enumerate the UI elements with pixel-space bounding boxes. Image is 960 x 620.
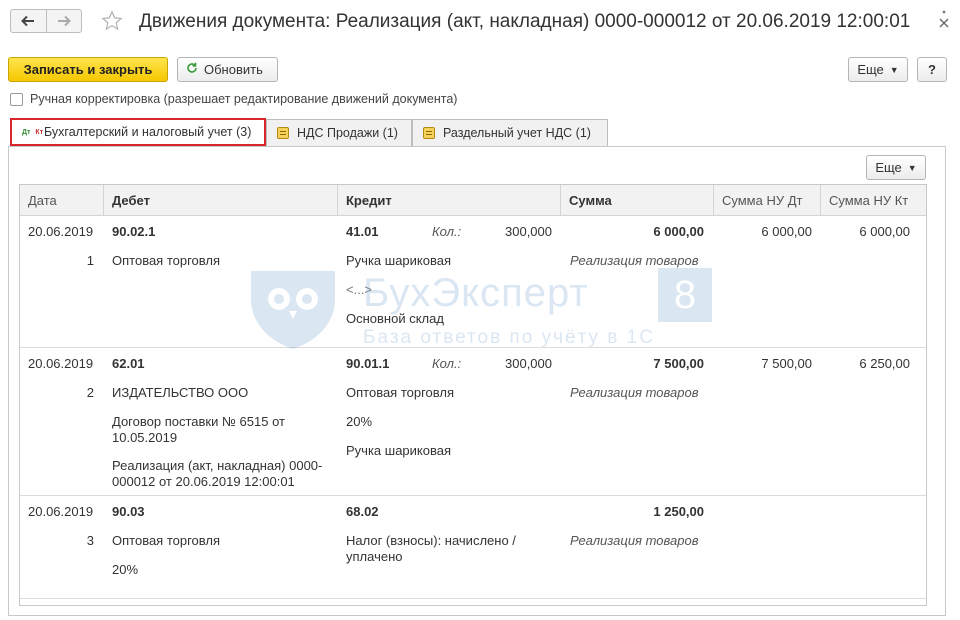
table-row[interactable]: 20.06.2019 2 62.01 ИЗДАТЕЛЬСТВО ООО Дого… <box>20 348 926 496</box>
nav-buttons <box>10 9 82 33</box>
sum-nu-kt: 6 000,00 <box>859 224 910 239</box>
close-icon[interactable] <box>939 18 949 28</box>
sum-value: 6 000,00 <box>653 224 704 239</box>
row-number: 3 <box>86 533 94 548</box>
col-credit[interactable]: Кредит <box>338 185 561 215</box>
quantity-label: Кол.: <box>432 224 462 239</box>
sum-nu-dt: 6 000,00 <box>761 224 812 239</box>
panel-more-button[interactable]: Еще ▼ <box>866 155 926 180</box>
register-icon <box>423 127 435 139</box>
tab-label: Бухгалтерский и налоговый учет (3) <box>44 125 252 139</box>
debit-subconto: Реализация (акт, накладная) 0000-000012 … <box>112 458 323 489</box>
postings-table[interactable]: Дата Дебет Кредит Сумма Сумма НУ Дт Сумм… <box>19 184 927 606</box>
manual-adjust-checkbox[interactable] <box>10 92 23 106</box>
sum-value: 1 250,00 <box>653 504 704 519</box>
more-button[interactable]: Еще ▼ <box>848 57 908 82</box>
col-sum-nu-kt[interactable]: Сумма НУ Кт <box>821 185 926 215</box>
credit-account: 68.02 <box>346 504 379 519</box>
window-title: Движения документа: Реализация (акт, нак… <box>139 11 911 32</box>
more-label: Еще <box>875 160 902 175</box>
credit-subconto: Ручка шариковая <box>346 443 452 458</box>
quantity-value: 300,000 <box>505 224 552 239</box>
quantity-value: 300,000 <box>505 356 552 371</box>
sum-note: Реализация товаров <box>570 385 699 400</box>
debit-account: 90.02.1 <box>112 224 156 239</box>
tab-vat-sales[interactable]: НДС Продажи (1) <box>266 119 412 146</box>
tab-separate-vat[interactable]: Раздельный учет НДС (1) <box>412 119 608 146</box>
col-sum[interactable]: Сумма <box>561 185 714 215</box>
table-row[interactable]: 20.06.2019 3 90.03 Оптовая торговля 20% … <box>20 496 926 599</box>
refresh-label: Обновить <box>204 62 263 77</box>
debit-subconto: Оптовая торговля <box>112 533 221 548</box>
help-button[interactable]: ? <box>917 57 947 82</box>
credit-subconto: Основной склад <box>346 311 444 326</box>
star-icon <box>101 10 123 31</box>
credit-subconto: Налог (взносы): начислено / уплачено <box>346 533 516 564</box>
refresh-icon <box>186 62 198 77</box>
sum-nu-kt: 6 250,00 <box>859 356 910 371</box>
debit-subconto: ИЗДАТЕЛЬСТВО ООО <box>112 385 249 400</box>
sum-note: Реализация товаров <box>570 253 699 268</box>
credit-subconto: Оптовая торговля <box>346 385 455 400</box>
chevron-down-icon: ▼ <box>889 64 899 75</box>
debit-account: 90.03 <box>112 504 145 519</box>
quantity-label: Кол.: <box>432 356 462 371</box>
tab-label: НДС Продажи (1) <box>297 126 398 140</box>
row-number: 1 <box>86 253 94 268</box>
credit-subconto: 20% <box>346 414 373 429</box>
col-sum-nu-dt[interactable]: Сумма НУ Дт <box>714 185 821 215</box>
col-debit[interactable]: Дебет <box>104 185 338 215</box>
sum-value: 7 500,00 <box>653 356 704 371</box>
debit-subconto: Договор поставки № 6515 от 10.05.2019 <box>112 414 285 445</box>
dt-kt-icon: Дт Кт <box>22 128 44 136</box>
window-controls <box>938 8 950 28</box>
row-date: 20.06.2019 <box>28 504 94 519</box>
credit-subconto: Ручка шариковая <box>346 253 452 268</box>
credit-account: 41.01 <box>346 224 379 239</box>
row-number: 2 <box>86 385 94 400</box>
credit-subconto: <...> <box>346 282 373 297</box>
debit-account: 62.01 <box>112 356 145 371</box>
more-options-icon[interactable] <box>940 8 948 16</box>
manual-adjust-row[interactable]: Ручная корректировка (разрешает редактир… <box>10 92 457 106</box>
favorite-button[interactable] <box>100 9 124 33</box>
register-icon <box>277 127 289 139</box>
sum-nu-dt: 7 500,00 <box>761 356 812 371</box>
save-and-close-button[interactable]: Записать и закрыть <box>8 57 168 82</box>
chevron-down-icon: ▼ <box>907 162 917 173</box>
sum-note: Реализация товаров <box>570 533 699 548</box>
refresh-button[interactable]: Обновить <box>177 57 278 82</box>
col-date[interactable]: Дата <box>20 185 104 215</box>
forward-button[interactable] <box>45 10 82 32</box>
table-row[interactable]: 20.06.2019 1 90.02.1 Оптовая торговля 41… <box>20 216 926 348</box>
tab-accounting[interactable]: Дт Кт Бухгалтерский и налоговый учет (3) <box>10 118 266 146</box>
table-header: Дата Дебет Кредит Сумма Сумма НУ Дт Сумм… <box>20 185 926 216</box>
credit-account: 90.01.1 <box>346 356 390 371</box>
debit-subconto: Оптовая торговля <box>112 253 221 268</box>
back-button[interactable] <box>11 10 46 32</box>
arrow-left-icon <box>21 15 35 27</box>
manual-adjust-label: Ручная корректировка (разрешает редактир… <box>30 92 458 106</box>
row-date: 20.06.2019 <box>28 356 94 371</box>
more-label: Еще <box>857 62 884 77</box>
row-date: 20.06.2019 <box>28 224 94 239</box>
arrow-right-icon <box>57 15 71 27</box>
tab-label: Раздельный учет НДС (1) <box>443 126 591 140</box>
debit-subconto: 20% <box>112 562 139 577</box>
